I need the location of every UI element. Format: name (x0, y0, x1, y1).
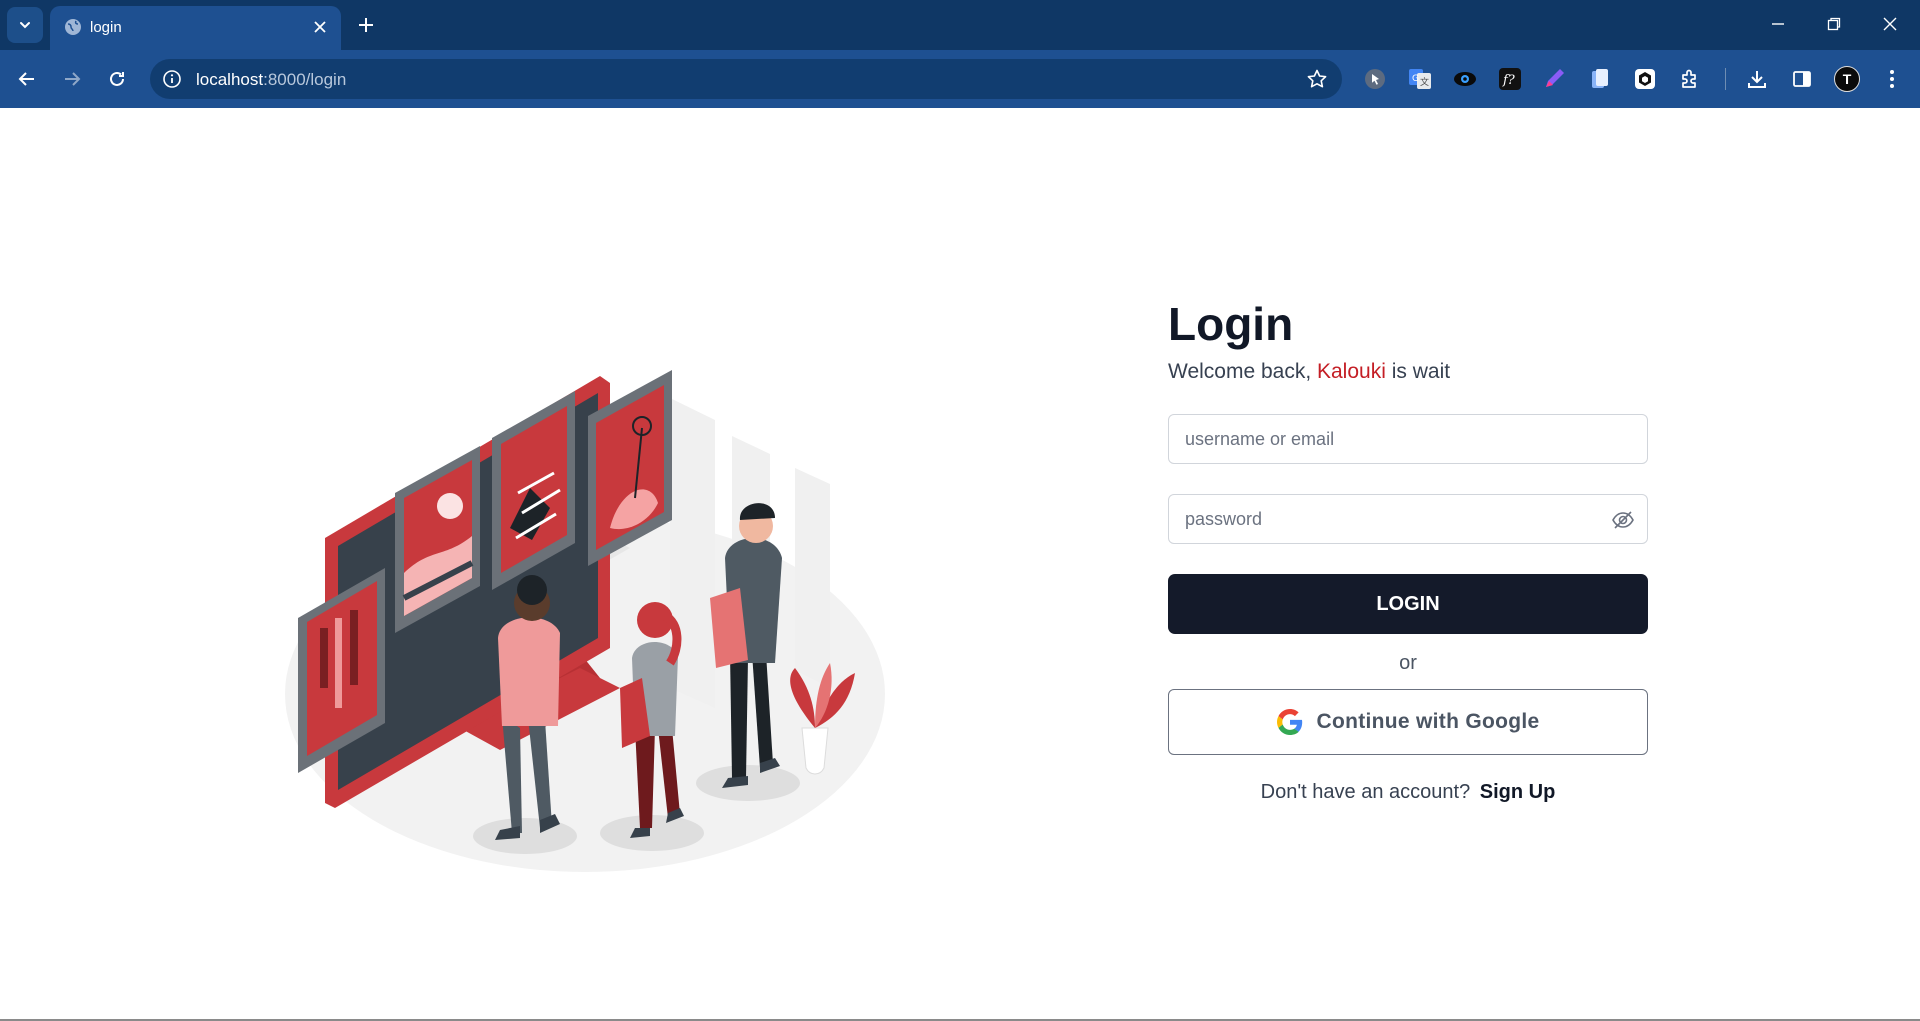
address-bar[interactable]: localhost:8000/login (150, 59, 1342, 99)
minimize-icon (1772, 23, 1784, 25)
eye-extension-icon[interactable] (1452, 66, 1478, 92)
login-button[interactable]: LOGIN (1168, 574, 1648, 634)
brand-name: Kalouki (1317, 360, 1386, 383)
svg-text:文: 文 (1420, 76, 1429, 88)
side-panel-icon (1793, 71, 1811, 87)
tab-title: login (90, 19, 122, 36)
svg-text:f?: f? (1502, 73, 1516, 88)
profile-avatar[interactable]: T (1834, 66, 1860, 92)
tab-close-button[interactable] (308, 15, 332, 39)
forward-button[interactable] (56, 63, 88, 95)
google-login-button[interactable]: Continue with Google (1168, 689, 1648, 755)
url-host: localhost (196, 70, 264, 89)
browser-tab-login[interactable]: login (50, 6, 341, 50)
back-button[interactable] (11, 63, 43, 95)
signup-link[interactable]: Sign Up (1480, 781, 1556, 803)
url-path: :8000/login (263, 70, 347, 89)
username-field-wrapper (1168, 414, 1648, 464)
signup-row: Don't have an account? Sign Up (1168, 781, 1648, 804)
svg-text:G: G (1412, 74, 1419, 84)
kebab-menu-icon (1890, 70, 1894, 88)
signup-prompt: Don't have an account? (1260, 781, 1471, 803)
plus-icon (359, 18, 373, 32)
new-tab-button[interactable] (352, 11, 380, 39)
back-icon (18, 72, 34, 86)
forward-icon (65, 72, 81, 86)
puzzle-extensions-icon[interactable] (1677, 66, 1703, 92)
pen-extension-icon[interactable] (1542, 66, 1568, 92)
document-extension-icon[interactable] (1587, 66, 1613, 92)
formula-extension-icon[interactable]: f? (1497, 66, 1523, 92)
password-field-wrapper (1168, 494, 1648, 544)
minimize-button[interactable] (1760, 8, 1796, 40)
password-input[interactable] (1169, 495, 1647, 543)
close-icon (314, 21, 326, 33)
restore-button[interactable] (1816, 8, 1852, 40)
welcome-prefix: Welcome back, (1168, 360, 1317, 383)
star-icon[interactable] (1306, 68, 1328, 90)
or-divider: or (1399, 652, 1417, 674)
browser-tab-bar: login (0, 0, 1920, 50)
gallery-illustration (285, 370, 885, 872)
download-icon (1748, 71, 1766, 88)
browser-toolbar: localhost:8000/login G文 f? T (0, 50, 1920, 108)
google-button-label: Continue with Google (1316, 710, 1540, 733)
translate-extension-icon[interactable]: G文 (1407, 66, 1433, 92)
reload-button[interactable] (101, 63, 133, 95)
page-title: Login (1168, 298, 1294, 350)
cube-extension-icon[interactable] (1632, 66, 1658, 92)
browser-menu-button[interactable] (1879, 66, 1905, 92)
chevron-down-icon (20, 22, 30, 29)
welcome-text: Welcome back, Kalouki is wait (1168, 360, 1648, 384)
google-icon (1276, 709, 1302, 735)
toolbar-separator (1725, 68, 1726, 90)
login-form: Login Welcome back, Kalouki is wait LOGI… (1168, 296, 1648, 804)
reload-icon (110, 71, 124, 86)
info-icon[interactable] (162, 69, 182, 89)
side-panel-button[interactable] (1789, 66, 1815, 92)
globe-icon (65, 19, 81, 35)
close-icon (1883, 17, 1897, 31)
login-page: Login Welcome back, Kalouki is wait LOGI… (0, 108, 1920, 1019)
close-window-button[interactable] (1872, 8, 1908, 40)
url-text: localhost:8000/login (196, 70, 346, 90)
tab-search-button[interactable] (7, 7, 43, 43)
cursor-extension-icon[interactable] (1362, 66, 1388, 92)
restore-icon (1827, 17, 1841, 31)
welcome-suffix: is wait (1385, 360, 1451, 383)
username-input[interactable] (1169, 415, 1647, 463)
downloads-button[interactable] (1744, 66, 1770, 92)
eye-off-icon[interactable] (1611, 508, 1635, 532)
